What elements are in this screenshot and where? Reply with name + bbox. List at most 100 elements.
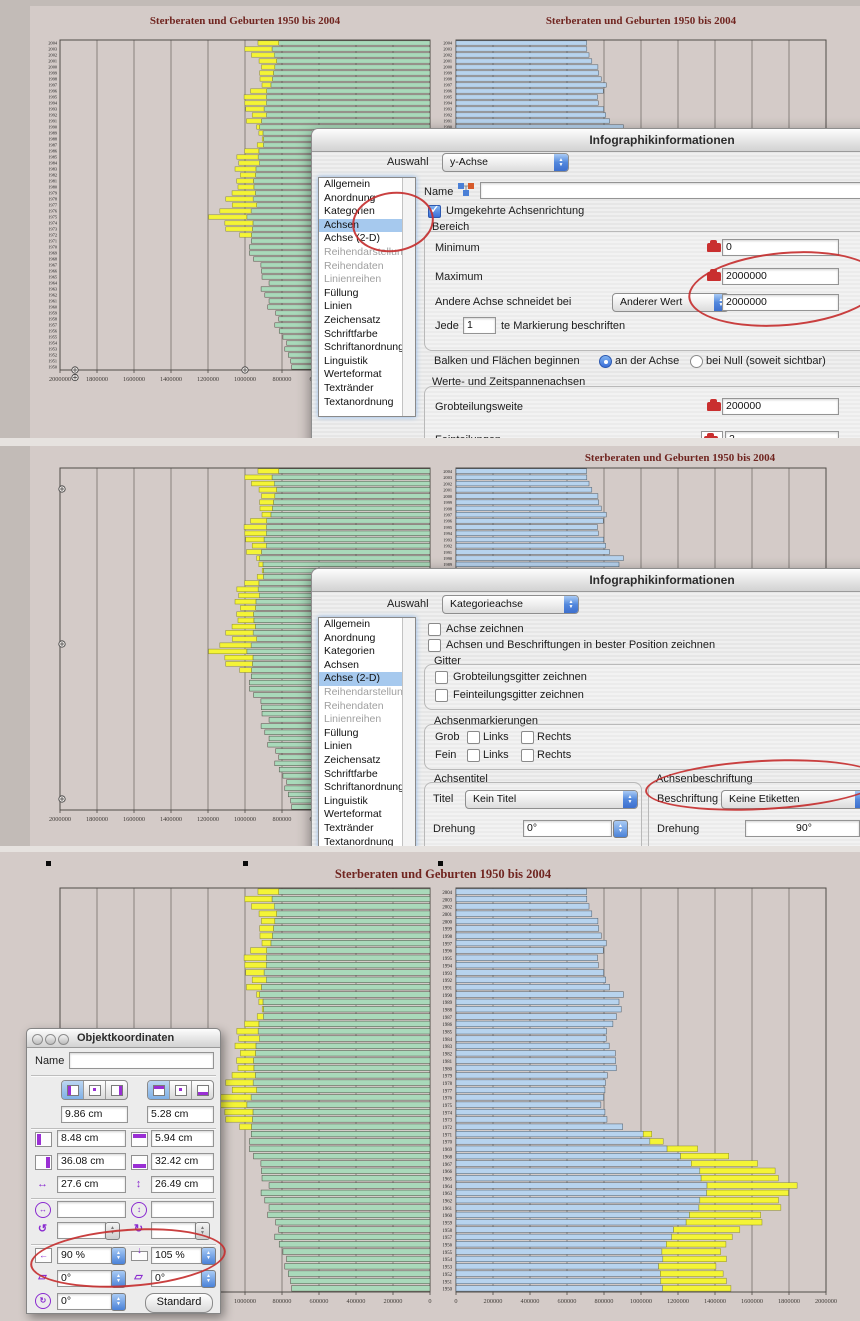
height-field[interactable]: 26.49 cm <box>151 1176 214 1193</box>
sidebar-item-schriftanordnung[interactable]: Schriftanordnung <box>319 781 415 795</box>
sidebar-item-linguistik[interactable]: Linguistik <box>319 795 415 809</box>
sidebar-item-linien[interactable]: Linien <box>319 740 415 754</box>
standard-button[interactable]: Standard <box>145 1293 213 1313</box>
list-scrollbar[interactable] <box>402 178 415 416</box>
maximum-field[interactable]: 2000000 <box>722 268 839 285</box>
sidebar-item-anordnung[interactable]: Anordnung <box>319 192 415 206</box>
drehung2-field[interactable]: 90° <box>745 820 860 837</box>
sidebar-item-werteformat[interactable]: Werteformat <box>319 808 415 822</box>
sidebar-item-linien[interactable]: Linien <box>319 300 415 314</box>
grob-links-checkbox[interactable] <box>467 731 480 744</box>
sidebar-item-reihendarstellung[interactable]: Reihendarstellung <box>319 246 415 260</box>
sidebar-item-textanordnung[interactable]: Textanordnung <box>319 396 415 410</box>
sidebar-item-reihendaten[interactable]: Reihendaten <box>319 260 415 274</box>
formula-icon[interactable] <box>457 182 475 197</box>
auto-value-icon[interactable] <box>707 402 721 411</box>
sidebar-item-allgemein[interactable]: Allgemein <box>319 618 415 632</box>
right-field[interactable]: 36.08 cm <box>57 1153 126 1170</box>
an-der-achse-radio[interactable] <box>599 355 612 368</box>
auswahl-popup[interactable]: y-Achse ▲▼ <box>442 153 569 172</box>
grobgitter-checkbox[interactable] <box>435 671 448 684</box>
scale-y-field[interactable]: 105 % <box>151 1247 202 1264</box>
scale-x-stepper[interactable]: ▲▼ <box>111 1247 126 1265</box>
arc-end-field[interactable] <box>151 1222 196 1239</box>
palette-name-field[interactable] <box>69 1052 214 1069</box>
zoom-icon[interactable] <box>58 1034 69 1045</box>
feinteilungen-field[interactable]: 2 <box>725 431 839 438</box>
bei-null-radio[interactable] <box>690 355 703 368</box>
dialog-titlebar[interactable]: Infographikinformationen <box>312 569 860 592</box>
sidebar-item-textränder[interactable]: Textränder <box>319 382 415 396</box>
sidebar-item-kategorien[interactable]: Kategorien <box>319 205 415 219</box>
feingitter-checkbox[interactable] <box>435 689 448 702</box>
anchor-center-icon[interactable] <box>84 1081 106 1099</box>
fein-links-checkbox[interactable] <box>467 749 480 762</box>
arc-start-field[interactable] <box>57 1222 106 1239</box>
rotation-stepper[interactable]: ▲▼ <box>111 1293 126 1311</box>
sidebar-item-schriftfarbe[interactable]: Schriftfarbe <box>319 768 415 782</box>
arc-start-stepper[interactable]: ▲▼ <box>105 1222 120 1240</box>
skew-x-field[interactable]: 0° <box>57 1270 112 1287</box>
minimize-icon[interactable] <box>45 1034 56 1045</box>
skew-y-stepper[interactable]: ▲▼ <box>201 1270 216 1288</box>
sidebar-item-allgemein[interactable]: Allgemein <box>319 178 415 192</box>
reverse-axis-checkbox[interactable] <box>428 205 441 218</box>
dialog-titlebar[interactable]: Infographikinformationen <box>312 129 860 152</box>
sidebar-item-achse-2-d-[interactable]: Achse (2-D) <box>319 672 415 686</box>
grobteilung-field[interactable]: 200000 <box>722 398 839 415</box>
skew-x-stepper[interactable]: ▲▼ <box>111 1270 126 1288</box>
schneidet-field[interactable]: 2000000 <box>722 294 839 311</box>
auto-value-icon[interactable] <box>707 272 721 281</box>
sidebar-item-textanordnung[interactable]: Textanordnung <box>319 836 415 847</box>
schneidet-popup[interactable]: Anderer Wert ▲▼ <box>612 293 729 312</box>
dialog1-category-list[interactable]: AllgemeinAnordnungKategorienAchsenAchse … <box>318 177 416 417</box>
drehung-stepper[interactable]: ▲▼ <box>613 820 628 838</box>
arc-end-stepper[interactable]: ▲▼ <box>195 1222 210 1240</box>
beschriftung-popup[interactable]: Keine Etiketten ▲▼ <box>721 790 860 809</box>
sidebar-item-kategorien[interactable]: Kategorien <box>319 645 415 659</box>
auto-value-box[interactable] <box>701 431 723 438</box>
rotation-field[interactable]: 0° <box>57 1293 112 1310</box>
anchor-middle-icon[interactable] <box>170 1081 192 1099</box>
sidebar-item-linguistik[interactable]: Linguistik <box>319 355 415 369</box>
fein-rechts-checkbox[interactable] <box>521 749 534 762</box>
sidebar-item-anordnung[interactable]: Anordnung <box>319 632 415 646</box>
sidebar-item-achsen[interactable]: Achsen <box>319 659 415 673</box>
sidebar-item-schriftfarbe[interactable]: Schriftfarbe <box>319 328 415 342</box>
top-field[interactable]: 5.94 cm <box>151 1130 214 1147</box>
vertical-anchor-segmented[interactable] <box>147 1080 214 1100</box>
sidebar-item-werteformat[interactable]: Werteformat <box>319 368 415 382</box>
scale-y-stepper[interactable]: ▲▼ <box>201 1247 216 1265</box>
sidebar-item-textränder[interactable]: Textränder <box>319 822 415 836</box>
anchor-left-icon[interactable] <box>62 1081 84 1099</box>
auswahl-popup[interactable]: Kategorieachse ▲▼ <box>442 595 579 614</box>
skew-y-field[interactable]: 0° <box>151 1270 202 1287</box>
circle-width-field[interactable] <box>57 1201 126 1218</box>
anchor-bottom-icon[interactable] <box>192 1081 213 1099</box>
jede-field[interactable]: 1 <box>463 317 496 334</box>
beste-position-checkbox[interactable] <box>428 639 441 652</box>
selection-handle[interactable] <box>438 861 443 866</box>
dialog2-category-list[interactable]: AllgemeinAnordnungKategorienAchsenAchse … <box>318 617 416 846</box>
grob-rechts-checkbox[interactable] <box>521 731 534 744</box>
horizontal-anchor-segmented[interactable] <box>61 1080 128 1100</box>
selection-handle[interactable] <box>243 861 248 866</box>
scale-x-field[interactable]: 90 % <box>57 1247 112 1264</box>
sidebar-item-füllung[interactable]: Füllung <box>319 287 415 301</box>
sidebar-item-reihendarstellung[interactable]: Reihendarstellung <box>319 686 415 700</box>
anchor-x-field[interactable]: 9.86 cm <box>61 1106 128 1123</box>
anchor-y-field[interactable]: 5.28 cm <box>147 1106 214 1123</box>
circle-height-field[interactable] <box>151 1201 214 1218</box>
sidebar-item-achsen[interactable]: Achsen <box>319 219 415 233</box>
minimum-field[interactable]: 0 <box>722 239 839 256</box>
sidebar-item-zeichensatz[interactable]: Zeichensatz <box>319 754 415 768</box>
left-field[interactable]: 8.48 cm <box>57 1130 126 1147</box>
sidebar-item-linienreihen[interactable]: Linienreihen <box>319 273 415 287</box>
list-scrollbar[interactable] <box>402 618 415 846</box>
selection-handle[interactable] <box>46 861 51 866</box>
sidebar-item-schriftanordnung[interactable]: Schriftanordnung <box>319 341 415 355</box>
drehung-field[interactable]: 0° <box>523 820 612 837</box>
width-field[interactable]: 27.6 cm <box>57 1176 126 1193</box>
anchor-top-icon[interactable] <box>148 1081 170 1099</box>
titel-popup[interactable]: Kein Titel ▲▼ <box>465 790 638 809</box>
